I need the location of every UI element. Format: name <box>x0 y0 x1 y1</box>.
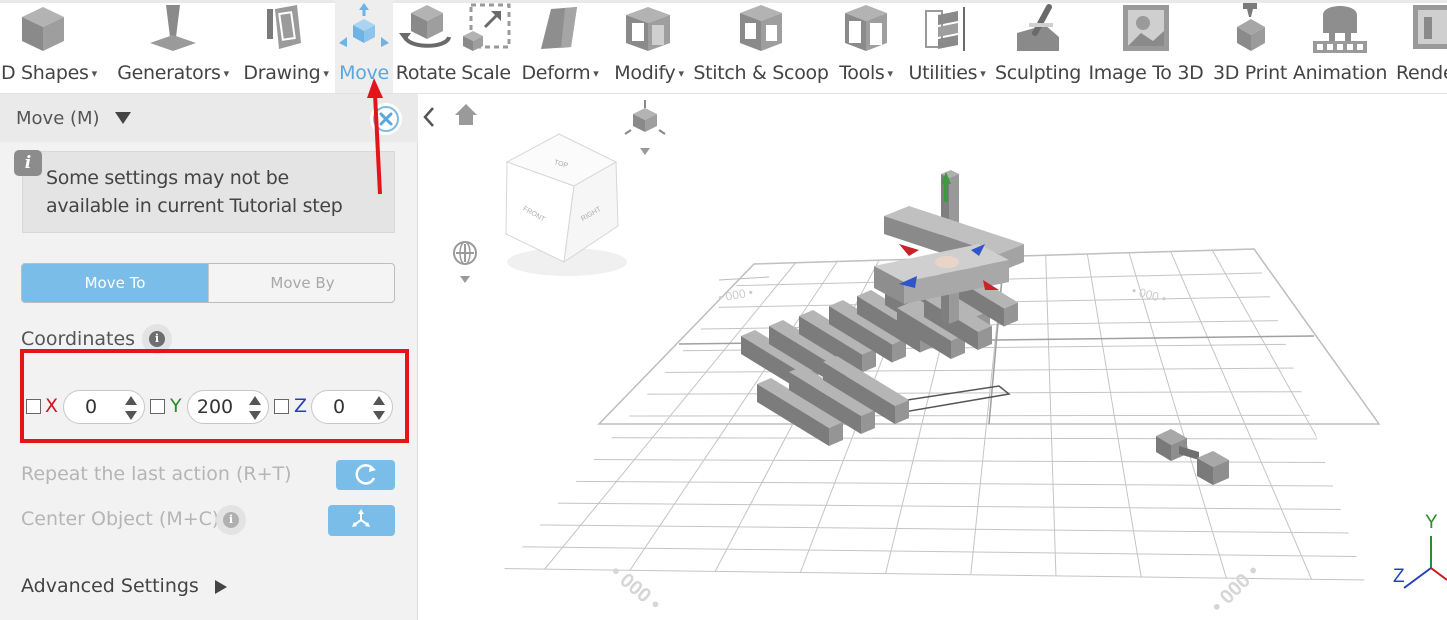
toolbar-item-rotate[interactable]: Rotate <box>394 0 458 93</box>
refresh-icon <box>355 464 376 485</box>
center-object-label: Center Object (M+C) <box>21 508 220 530</box>
panel-header: Move (M) <box>0 94 418 142</box>
advanced-settings-label[interactable]: Advanced Settings <box>21 575 199 597</box>
view-mode-icon[interactable] <box>624 100 666 155</box>
z-coordinate-input[interactable]: 0 <box>311 390 393 424</box>
toolbar-item-label: 3D Print <box>1212 62 1288 84</box>
repeat-action-button[interactable] <box>336 460 395 490</box>
move-mode-toggle: Move To Move By <box>21 263 395 303</box>
center-object-icon <box>352 509 370 527</box>
move-to-button[interactable]: Move To <box>22 264 208 302</box>
stitch-scoop-icon <box>740 5 782 51</box>
dumbbell-object[interactable] <box>1156 429 1229 485</box>
spinner-arrows-icon[interactable] <box>124 395 138 421</box>
generators-icon <box>150 5 196 51</box>
image-to-3d-icon <box>1123 5 1169 51</box>
toolbar-item-sculpting[interactable]: Sculpting <box>993 0 1083 93</box>
toolbar-item-tools[interactable]: Tools ▾ <box>829 0 903 93</box>
view-cube[interactable]: TOP FRONT RIGHT <box>505 133 627 276</box>
toolbar-item-3d-shapes[interactable]: 3D Shapes▾ <box>0 0 108 93</box>
drawing-icon <box>267 5 301 49</box>
toolbar-item-3d-print[interactable]: 3D Print <box>1208 0 1292 93</box>
toolbar-item-animation[interactable]: Animation <box>1290 0 1390 93</box>
toolbar-item-label: Rotate <box>395 62 457 84</box>
toolbar-item-label: Utilities <box>908 62 978 84</box>
tools-icon <box>845 5 887 51</box>
scene-objects[interactable] <box>741 264 1018 446</box>
x-lock-checkbox[interactable] <box>26 399 41 414</box>
cube-icon <box>22 7 64 51</box>
x-coordinate-input[interactable]: 0 <box>63 390 145 424</box>
center-object-button[interactable] <box>328 505 395 536</box>
move-by-button[interactable]: Move By <box>208 264 394 302</box>
toolbar-item-label: Sculpting <box>994 62 1082 84</box>
toolbar-item-label: 3D Shapes <box>0 62 89 84</box>
move-gizmo-x-arrow[interactable] <box>899 244 919 256</box>
z-lock-checkbox[interactable] <box>274 399 289 414</box>
animation-icon <box>1313 6 1367 53</box>
utilities-icon <box>925 7 965 51</box>
home-view-icon[interactable] <box>455 104 477 125</box>
expand-advanced-icon[interactable] <box>214 579 228 595</box>
toolbar-item-label: Animation <box>1292 62 1388 84</box>
svg-text:• 000 •: • 000 • <box>1130 283 1168 306</box>
sculpting-icon <box>1017 4 1059 51</box>
tutorial-info-box: i Some settings may not be available in … <box>14 150 395 233</box>
toolbar-item-render[interactable]: Render <box>1392 0 1447 93</box>
svg-text:• 000 •: • 000 • <box>606 561 665 615</box>
toolbar-item-label: Stitch & Scoop <box>693 62 829 84</box>
z-axis-label: Z <box>294 395 308 417</box>
move-icon <box>339 3 389 47</box>
scene-canvas[interactable]: TOP FRONT RIGHT • 000 • • 000 • • 000 • … <box>419 94 1447 620</box>
toolbar-item-label: Tools <box>839 62 885 84</box>
add-view-icon[interactable] <box>453 241 477 283</box>
toolbar-item-label: Generators <box>117 62 221 84</box>
axis-indicator: Y Z <box>1393 512 1447 589</box>
toolbar-item-label: Image To 3D <box>1088 62 1204 84</box>
toolbar-item-drawing[interactable]: Drawing ▾ <box>237 0 335 93</box>
render-icon <box>1413 5 1447 49</box>
rotate-icon <box>399 5 451 48</box>
spinner-arrows-icon[interactable] <box>248 395 262 421</box>
toolbar-item-label: Modify <box>614 62 676 84</box>
scale-icon <box>463 3 511 51</box>
main-toolbar: 3D Shapes▾ Generators▾ Drawing▾ Move <box>0 0 1447 94</box>
svg-text:• 000 •: • 000 • <box>717 285 754 305</box>
toolbar-item-modify[interactable]: Modify ▾ <box>606 0 692 93</box>
toolbar-item-stitch-scoop[interactable]: Stitch & Scoop <box>693 0 829 93</box>
toolbar-item-label: Scale <box>461 62 511 84</box>
toolbar-item-generators[interactable]: Generators ▾ <box>110 0 236 93</box>
axis-z-label: Z <box>1393 566 1405 587</box>
center-object-help-icon[interactable]: i <box>216 505 246 535</box>
coordinates-label: Coordinates <box>21 328 136 350</box>
toolbar-item-utilities[interactable]: Utilities ▾ <box>903 0 991 93</box>
x-axis-label: X <box>45 395 59 417</box>
panel-collapse-icon[interactable] <box>114 111 132 125</box>
collapse-panel-button[interactable] <box>419 98 443 134</box>
move-settings-panel: Move (M) i Some settings may not be avai… <box>0 94 418 620</box>
annotation-arrow <box>367 78 383 195</box>
panel-title: Move (M) <box>16 108 100 129</box>
svg-text:• 000 •: • 000 • <box>1207 561 1264 618</box>
3d-viewport[interactable]: TOP FRONT RIGHT • 000 • • 000 • • 000 • … <box>419 94 1447 620</box>
y-coordinate-input[interactable]: 200 <box>187 390 269 424</box>
toolbar-item-label: Drawing <box>243 62 321 84</box>
repeat-action-label: Repeat the last action (R+T) <box>21 463 292 485</box>
spinner-arrows-icon[interactable] <box>372 395 386 421</box>
3d-print-icon <box>1237 3 1265 51</box>
modify-icon <box>626 7 670 51</box>
toolbar-item-scale[interactable]: Scale <box>458 0 514 93</box>
toolbar-item-label: Deform <box>521 62 591 84</box>
deform-icon <box>541 7 577 49</box>
info-message: Some settings may not be available in cu… <box>46 167 343 217</box>
y-axis-label: Y <box>170 395 182 417</box>
axis-y-label: Y <box>1425 512 1438 533</box>
y-lock-checkbox[interactable] <box>150 399 165 414</box>
info-icon: i <box>14 150 42 176</box>
toolbar-item-image-to-3d[interactable]: Image To 3D <box>1085 0 1207 93</box>
toolbar-item-label: Render <box>1396 62 1447 84</box>
toolbar-item-deform[interactable]: Deform ▾ <box>514 0 606 93</box>
